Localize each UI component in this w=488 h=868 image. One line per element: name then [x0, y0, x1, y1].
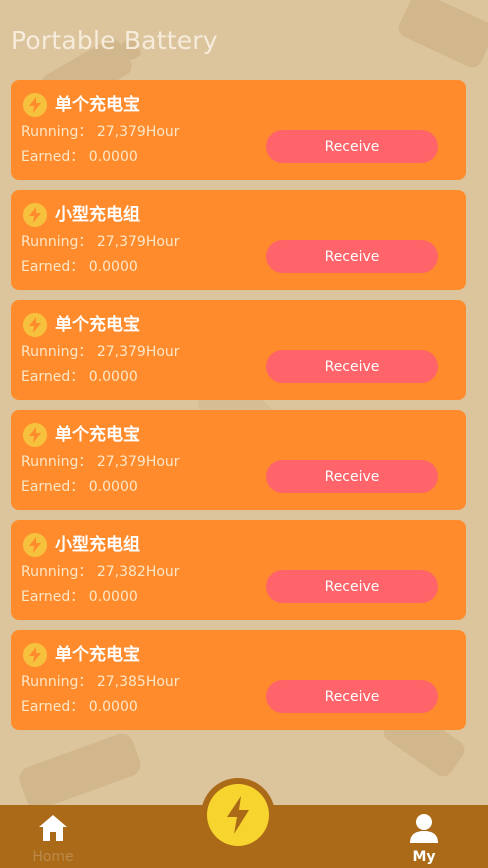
earned-value: 0.0000: [88, 369, 138, 385]
running-label: Running：: [21, 454, 93, 470]
home-icon: [39, 815, 67, 841]
battery-card: 小型充电组 Running： 27,379Hour Earned： 0.0000…: [11, 190, 466, 290]
battery-card: 小型充电组 Running： 27,382Hour Earned： 0.0000…: [11, 520, 466, 620]
lightning-icon: [23, 533, 47, 557]
running-label: Running：: [21, 344, 93, 360]
running-time: Running： 27,379Hour: [21, 343, 180, 361]
running-value: 27,385Hour: [96, 674, 180, 690]
battery-card: 单个充电宝 Running： 27,385Hour Earned： 0.0000…: [11, 630, 466, 730]
tab-home-label: Home: [32, 849, 74, 865]
lightning-icon: [23, 203, 47, 227]
battery-name: 单个充电宝: [55, 645, 140, 665]
running-value: 27,379Hour: [96, 234, 180, 250]
lightning-icon: [23, 643, 47, 667]
battery-name: 小型充电组: [55, 535, 140, 555]
battery-list: 单个充电宝 Running： 27,379Hour Earned： 0.0000…: [11, 80, 466, 740]
running-label: Running：: [21, 234, 93, 250]
running-time: Running： 27,379Hour: [21, 123, 180, 141]
earned-value: 0.0000: [88, 699, 138, 715]
tab-home[interactable]: Home: [20, 805, 86, 868]
running-time: Running： 27,385Hour: [21, 673, 180, 691]
page-title: Portable Battery: [11, 26, 218, 55]
tab-my-label: My: [412, 849, 436, 865]
lightning-icon: [23, 423, 47, 447]
running-value: 27,379Hour: [96, 124, 180, 140]
receive-button[interactable]: Receive: [266, 680, 438, 713]
receive-button[interactable]: Receive: [266, 130, 438, 163]
earned-label: Earned：: [21, 259, 85, 275]
earned-label: Earned：: [21, 589, 85, 605]
center-button-face: [207, 784, 269, 846]
center-action-button[interactable]: [201, 778, 275, 852]
lightning-icon: [23, 93, 47, 117]
running-value: 27,379Hour: [96, 344, 180, 360]
battery-name: 小型充电组: [55, 205, 140, 225]
earned-value: 0.0000: [88, 589, 138, 605]
earned-amount: Earned： 0.0000: [21, 258, 138, 276]
earned-amount: Earned： 0.0000: [21, 148, 138, 166]
earned-amount: Earned： 0.0000: [21, 698, 138, 716]
earned-label: Earned：: [21, 479, 85, 495]
lightning-icon: [23, 313, 47, 337]
earned-label: Earned：: [21, 149, 85, 165]
running-time: Running： 27,379Hour: [21, 453, 180, 471]
receive-button[interactable]: Receive: [266, 240, 438, 273]
lightning-bolt-icon: [227, 796, 249, 834]
earned-value: 0.0000: [88, 479, 138, 495]
user-icon: [410, 814, 438, 843]
battery-name: 单个充电宝: [55, 315, 140, 335]
earned-amount: Earned： 0.0000: [21, 588, 138, 606]
receive-button[interactable]: Receive: [266, 460, 438, 493]
battery-name: 单个充电宝: [55, 425, 140, 445]
tab-my[interactable]: My: [393, 805, 455, 868]
running-value: 27,382Hour: [96, 564, 180, 580]
receive-button[interactable]: Receive: [266, 350, 438, 383]
earned-label: Earned：: [21, 699, 85, 715]
running-time: Running： 27,379Hour: [21, 233, 180, 251]
running-label: Running：: [21, 564, 93, 580]
battery-card: 单个充电宝 Running： 27,379Hour Earned： 0.0000…: [11, 300, 466, 400]
running-time: Running： 27,382Hour: [21, 563, 180, 581]
receive-button[interactable]: Receive: [266, 570, 438, 603]
running-label: Running：: [21, 674, 93, 690]
earned-amount: Earned： 0.0000: [21, 368, 138, 386]
battery-card: 单个充电宝 Running： 27,379Hour Earned： 0.0000…: [11, 80, 466, 180]
earned-value: 0.0000: [88, 259, 138, 275]
battery-card: 单个充电宝 Running： 27,379Hour Earned： 0.0000…: [11, 410, 466, 510]
running-label: Running：: [21, 124, 93, 140]
earned-amount: Earned： 0.0000: [21, 478, 138, 496]
running-value: 27,379Hour: [96, 454, 180, 470]
earned-value: 0.0000: [88, 149, 138, 165]
earned-label: Earned：: [21, 369, 85, 385]
battery-name: 单个充电宝: [55, 95, 140, 115]
